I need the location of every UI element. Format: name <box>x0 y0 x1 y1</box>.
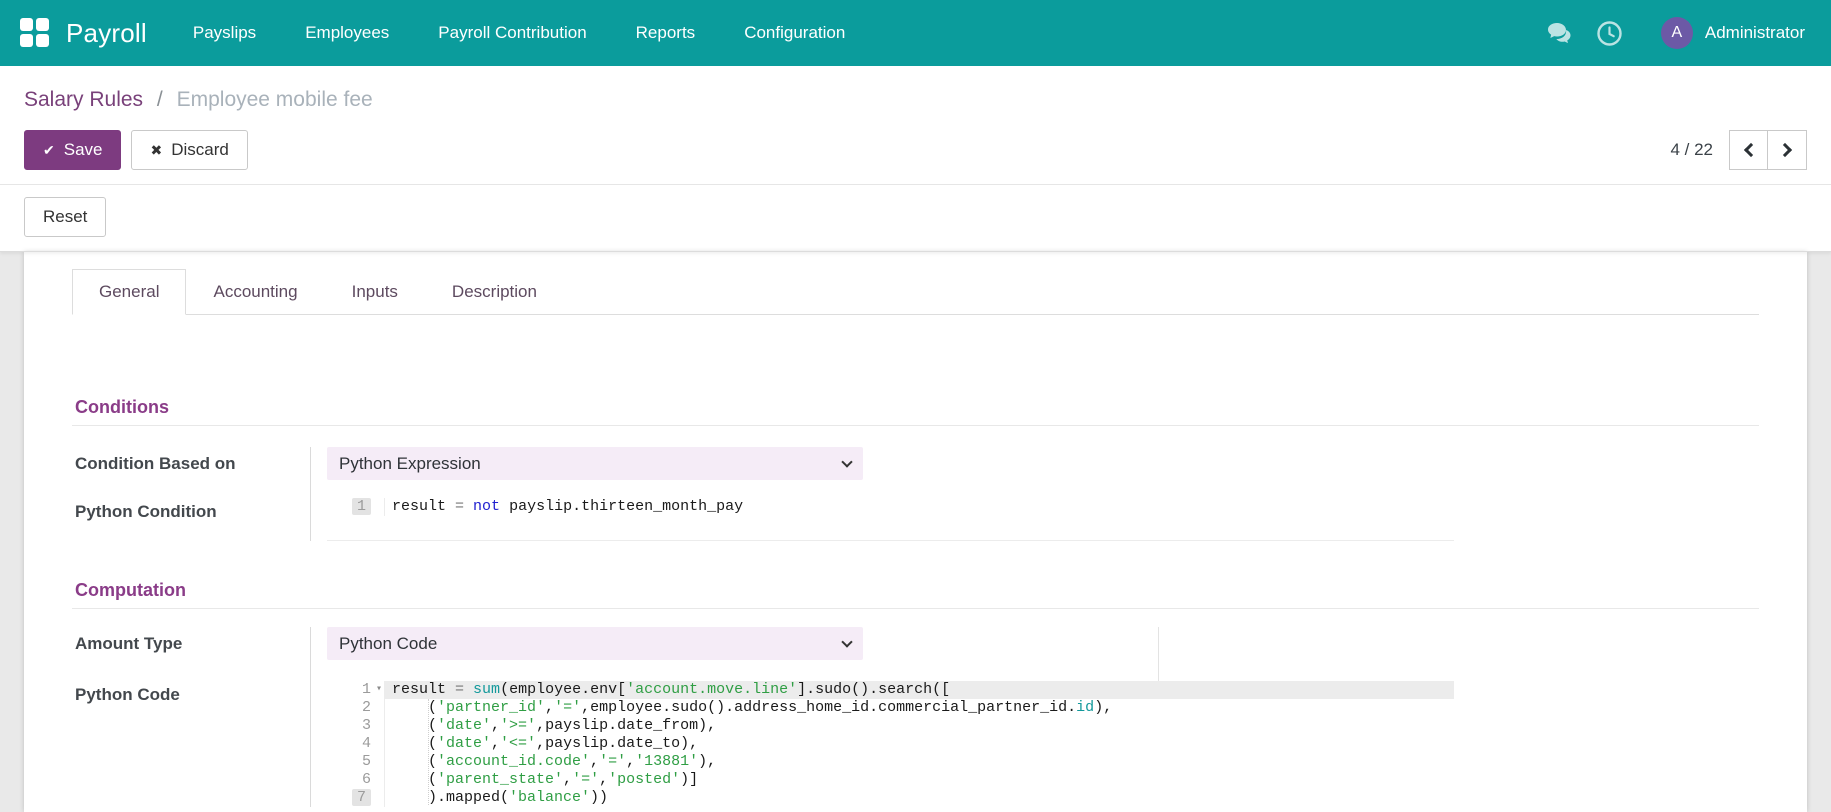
tab-inputs[interactable]: Inputs <box>325 269 425 315</box>
code-line: 6 ('parent_state','=','posted')] <box>327 771 1454 789</box>
code-text: ('parent_state','=','posted')] <box>392 771 699 788</box>
code-fold-icon[interactable]: ▾ <box>376 681 382 699</box>
line-number: 4 <box>327 735 385 753</box>
messages-icon[interactable] <box>1547 20 1573 46</box>
avatar: A <box>1660 17 1693 49</box>
record-pager: 4 / 22 <box>1670 130 1807 170</box>
field-row-amount-type: Amount Type Python Code <box>72 627 1759 660</box>
notebook-tabs: General Accounting Inputs Description <box>72 269 1759 315</box>
line-number: 7 <box>327 789 385 807</box>
code-text: result = sum(employee.env['account.move.… <box>385 681 1454 699</box>
python-condition-code-editor[interactable]: 1 result = not payslip.thirteen_month_pay <box>327 495 1454 541</box>
field-label-python-code: Python Code <box>75 685 180 704</box>
pager-count: 4 / 22 <box>1670 140 1713 159</box>
menu-item-employees[interactable]: Employees <box>305 17 389 49</box>
code-text: ('account_id.code','=','13881'), <box>392 753 717 770</box>
field-row-condition-based-on: Condition Based on Python Expression <box>72 447 1759 480</box>
code-text: ('date','<=',payslip.date_to), <box>392 735 699 752</box>
code-line: 1 result = not payslip.thirteen_month_pay <box>327 498 1454 516</box>
discard-button[interactable]: ✖ Discard <box>131 130 248 170</box>
reset-button[interactable]: Reset <box>24 197 107 237</box>
code-text: ('partner_id','=',employee.sudo().addres… <box>392 699 1113 716</box>
menu-item-configuration[interactable]: Configuration <box>744 17 845 49</box>
action-buttons-row: Reset <box>0 185 1831 252</box>
line-number: 1 <box>327 498 385 516</box>
tab-general[interactable]: General <box>72 269 187 315</box>
control-panel-buttons: ✔ Save ✖ Discard 4 / 22 <box>0 122 1831 185</box>
code-line: 7 ).mapped('balance')) <box>327 789 1454 807</box>
indent-guide <box>428 699 429 805</box>
line-number: 5 <box>327 753 385 771</box>
section-title-computation: Computation <box>72 580 1759 609</box>
code-line: 4 ('date','<=',payslip.date_to), <box>327 735 1454 753</box>
amount-type-select[interactable]: Python Code <box>327 627 863 660</box>
line-number: 2 <box>327 699 385 717</box>
line-number: 3 <box>327 717 385 735</box>
save-button[interactable]: ✔ Save <box>24 130 122 170</box>
tab-accounting[interactable]: Accounting <box>186 269 324 315</box>
check-icon: ✔ <box>43 141 55 158</box>
code-line: 5 ('account_id.code','=','13881'), <box>327 753 1454 771</box>
breadcrumb-current: Employee mobile fee <box>176 88 373 111</box>
activities-clock-icon[interactable] <box>1597 20 1623 46</box>
code-line: 1 ▾ result = sum(employee.env['account.mov… <box>327 681 1454 699</box>
line-number: 6 <box>327 771 385 789</box>
form-view-background: General Accounting Inputs Description Co… <box>0 252 1831 812</box>
field-row-python-code: Python Code 1 ▾ result = sum(employee.env[… <box>72 678 1759 807</box>
breadcrumb: Salary Rules / Employee mobile fee <box>0 66 1831 122</box>
code-line: 3 ('date','>=',payslip.date_from), <box>327 717 1454 735</box>
chevron-down-icon <box>841 635 853 648</box>
user-menu[interactable]: A Administrator <box>1660 17 1805 49</box>
chevron-right-icon <box>1777 142 1793 158</box>
breadcrumb-separator: / <box>156 88 163 111</box>
menu-item-reports[interactable]: Reports <box>636 17 696 49</box>
breadcrumb-parent-link[interactable]: Salary Rules <box>24 88 143 111</box>
tab-description[interactable]: Description <box>425 269 564 315</box>
computation-group: Amount Type Python Code Python Code 1 ▾ re… <box>72 627 1759 807</box>
chevron-left-icon <box>1743 142 1758 158</box>
field-row-python-condition: Python Condition 1 result = not payslip.t… <box>72 495 1759 541</box>
pager-previous-button[interactable] <box>1729 130 1768 170</box>
username: Administrator <box>1704 23 1805 42</box>
form-sheet: General Accounting Inputs Description Co… <box>24 252 1807 812</box>
section-title-conditions: Conditions <box>72 397 1759 426</box>
app-name[interactable]: Payroll <box>66 18 147 49</box>
x-icon: ✖ <box>150 141 163 158</box>
code-text: ).mapped('balance')) <box>392 789 609 806</box>
conditions-group: Condition Based on Python Expression Pyt… <box>72 447 1759 541</box>
field-label-python-condition: Python Condition <box>75 502 217 521</box>
code-text: ('date','>=',payslip.date_from), <box>392 717 717 734</box>
main-menu: Payslips Employees Payroll Contribution … <box>193 17 845 49</box>
condition-based-on-select[interactable]: Python Expression <box>327 447 863 480</box>
field-label-condition-based-on: Condition Based on <box>75 454 236 473</box>
top-navbar: Payroll Payslips Employees Payroll Contr… <box>0 0 1831 66</box>
line-number: 1 ▾ <box>327 681 385 699</box>
code-text: result = not payslip.thirteen_month_pay <box>392 498 744 515</box>
python-code-editor[interactable]: 1 ▾ result = sum(employee.env['account.mov… <box>327 678 1454 807</box>
pager-next-button[interactable] <box>1768 130 1807 170</box>
menu-item-payroll-contribution[interactable]: Payroll Contribution <box>438 17 586 49</box>
field-label-amount-type: Amount Type <box>75 634 183 653</box>
chevron-down-icon <box>841 455 853 468</box>
apps-grid-icon[interactable] <box>20 18 50 48</box>
code-line: 2 ('partner_id','=',employee.sudo().addr… <box>327 699 1454 717</box>
menu-item-payslips[interactable]: Payslips <box>193 17 256 49</box>
